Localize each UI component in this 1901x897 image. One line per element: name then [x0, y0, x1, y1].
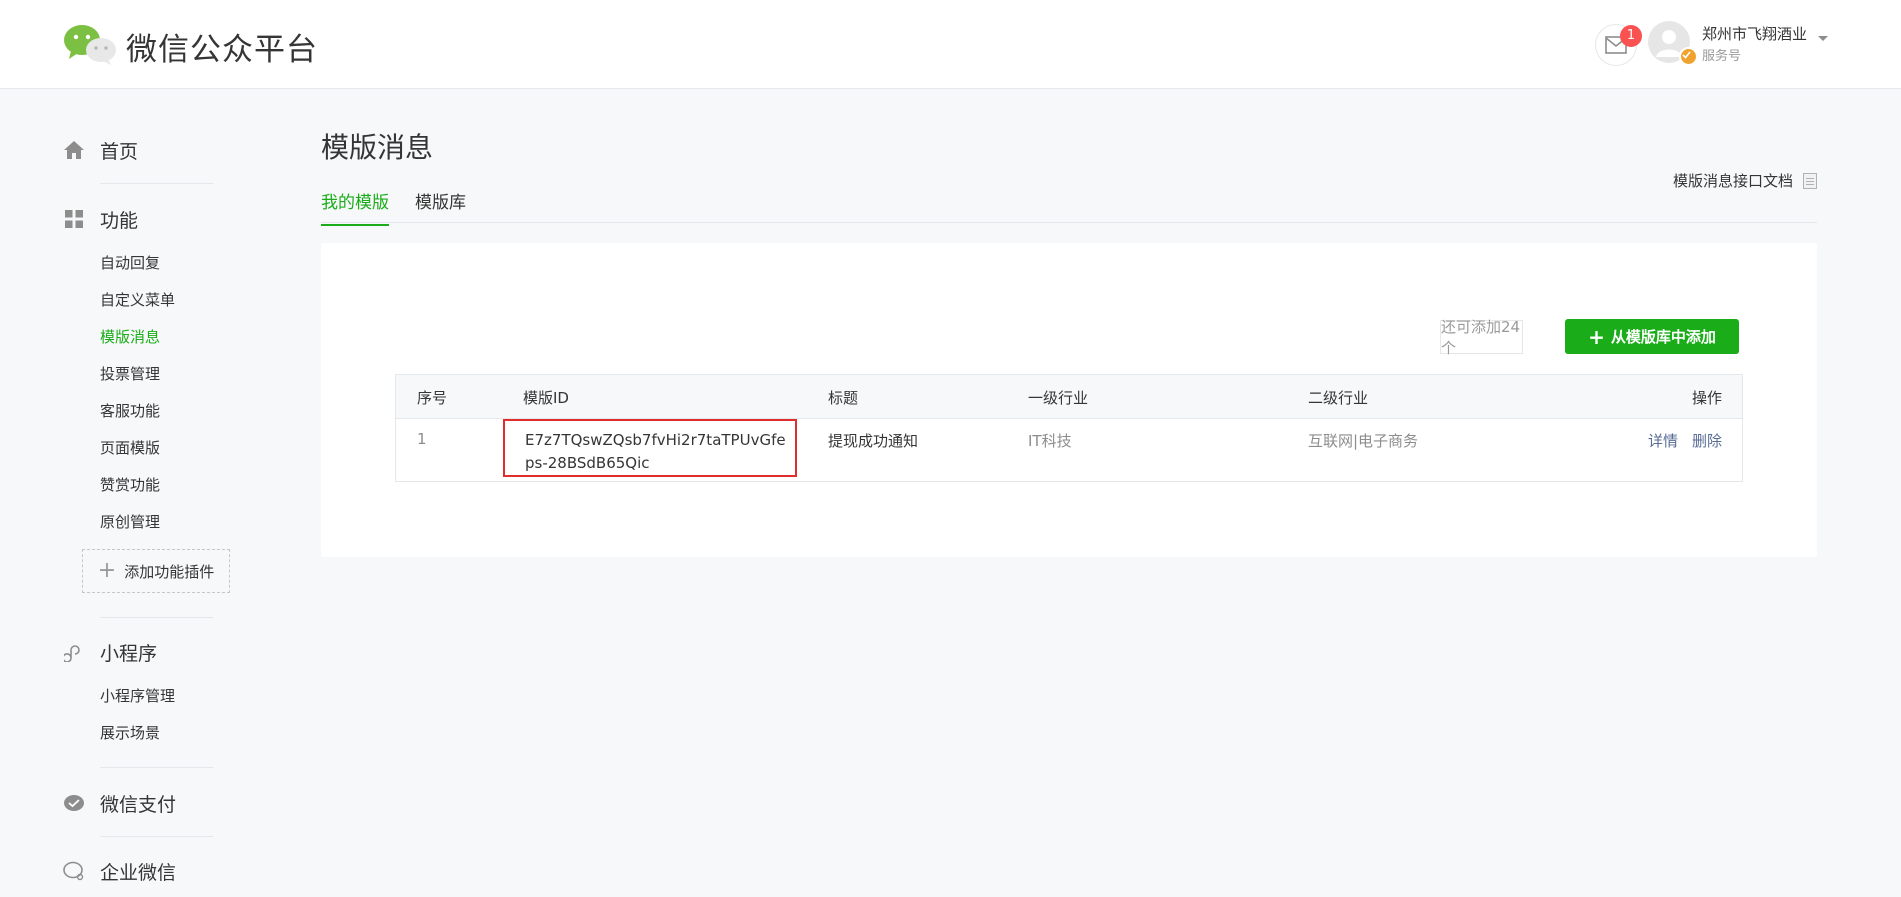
document-icon [1803, 172, 1818, 189]
sidebar-item-label: 企业微信 [100, 861, 177, 884]
table-row: 1 E7z7TQswZQsb7fvHi2r7taTPUvGfeps-28BSdB… [396, 418, 1742, 481]
delete-link[interactable]: 删除 [1692, 430, 1722, 451]
sidebar-item-label: 首页 [100, 140, 139, 163]
notification-badge: 1 [1620, 25, 1642, 47]
tab-my-templates[interactable]: 我的模版 [321, 188, 389, 226]
tab-bar: 我的模版 模版库 [321, 183, 1817, 226]
sidebar: 首页 功能 自动回复 自定义菜单 模版消息 投票管理 客服功能 页面模版 赞赏功… [0, 89, 300, 897]
sidebar-item-label: 小程序 [100, 642, 158, 665]
sidebar-item-home[interactable]: 首页 [63, 135, 138, 165]
sidebar-item-page-template[interactable]: 页面模版 [100, 437, 160, 458]
add-plugin-label: 添加功能插件 [124, 562, 215, 581]
doc-link-label: 模版消息接口文档 [1673, 172, 1794, 190]
row-industry-secondary: 互联网|电子商务 [1308, 432, 1419, 450]
template-id[interactable]: E7z7TQswZQsb7fvHi2r7taTPUvGfeps-28BSdB65… [525, 429, 795, 475]
divider [100, 836, 213, 837]
add-button-label: 从模版库中添加 [1610, 328, 1716, 346]
row-title: 提现成功通知 [828, 432, 919, 450]
template-api-doc-link[interactable]: 模版消息接口文档 [1673, 170, 1818, 191]
col-title-header: 标题 [828, 389, 859, 407]
platform-title[interactable]: 微信公众平台 [126, 24, 318, 69]
quota-hint: 还可添加24个 [1440, 318, 1523, 357]
add-plugin-button[interactable]: + 添加功能插件 [82, 549, 230, 593]
tab-template-library[interactable]: 模版库 [415, 188, 466, 224]
row-industry-primary: IT科技 [1028, 432, 1072, 450]
verified-icon [1679, 47, 1698, 66]
wechat-logo-icon[interactable] [63, 24, 117, 66]
sidebar-item-auto-reply[interactable]: 自动回复 [100, 252, 160, 273]
plus-icon: + [1588, 324, 1605, 349]
account-name[interactable]: 郑州市飞翔酒业 [1702, 23, 1807, 44]
detail-link[interactable]: 详情 [1648, 430, 1678, 451]
page-title: 模版消息 [321, 131, 434, 164]
col-template-id-header: 模版ID [523, 389, 569, 407]
sidebar-item-features[interactable]: 功能 [63, 204, 138, 234]
sidebar-item-wechat-pay[interactable]: 微信支付 [63, 788, 176, 818]
sidebar-item-enterprise-wechat[interactable]: 企业微信 [63, 856, 176, 886]
home-icon [63, 139, 85, 161]
sidebar-item-display-scene[interactable]: 展示场景 [100, 722, 160, 743]
chevron-down-icon[interactable] [1818, 36, 1828, 41]
sidebar-item-vote[interactable]: 投票管理 [100, 363, 160, 384]
divider [100, 183, 213, 184]
col-index-header: 序号 [417, 389, 448, 407]
plus-icon: + [97, 558, 117, 583]
sidebar-item-reward[interactable]: 赞赏功能 [100, 474, 160, 495]
col-industry-secondary-header: 二级行业 [1308, 389, 1369, 407]
wechat-pay-icon [63, 792, 85, 814]
divider [100, 617, 213, 618]
divider [100, 767, 213, 768]
sidebar-item-original[interactable]: 原创管理 [100, 511, 160, 532]
sidebar-item-custom-menu[interactable]: 自定义菜单 [100, 289, 175, 310]
account-type: 服务号 [1702, 49, 1742, 64]
grid-icon [63, 208, 85, 230]
col-actions-header: 操作 [1692, 389, 1723, 407]
row-index: 1 [417, 430, 427, 448]
sidebar-item-miniprogram[interactable]: 小程序 [63, 637, 157, 667]
template-table: 序号 模版ID 标题 一级行业 二级行业 操作 1 E7z7TQswZQsb7f… [395, 374, 1743, 482]
table-header: 序号 模版ID 标题 一级行业 二级行业 操作 [396, 375, 1742, 419]
template-id-highlight: E7z7TQswZQsb7fvHi2r7taTPUvGfeps-28BSdB65… [503, 419, 797, 477]
sidebar-item-label: 微信支付 [100, 793, 177, 816]
sidebar-item-miniprogram-manage[interactable]: 小程序管理 [100, 685, 175, 706]
sidebar-item-label: 功能 [100, 209, 139, 232]
add-from-library-button[interactable]: + 从模版库中添加 [1565, 319, 1739, 354]
enterprise-wechat-icon [63, 860, 85, 882]
col-industry-primary-header: 一级行业 [1028, 389, 1089, 407]
top-header: 微信公众平台 1 郑州市飞翔酒业 服务号 [0, 0, 1901, 89]
miniprogram-icon [63, 641, 85, 663]
sidebar-item-customer-service[interactable]: 客服功能 [100, 400, 160, 421]
sidebar-item-template-message[interactable]: 模版消息 [100, 326, 160, 347]
